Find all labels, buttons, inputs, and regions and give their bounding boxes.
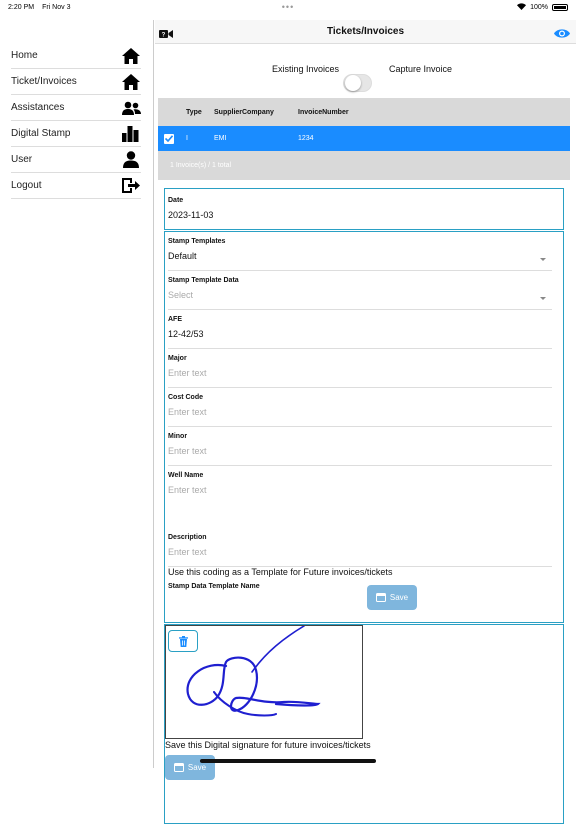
template-note: Use this coding as a Template for Future… [168,567,393,577]
well-name-label: Well Name [168,472,204,479]
stamp-form: Stamp Templates Default Stamp Template D… [164,231,564,623]
page-title: Tickets/Invoices [326,26,405,37]
column-header-invoice-number[interactable]: InvoiceNumber [298,109,388,116]
chevron-down-icon [540,258,546,261]
wifi-icon [517,2,527,12]
invoice-table: Type SupplierCompany InvoiceNumber I EMI… [158,98,570,180]
home-indicator[interactable] [200,759,376,763]
column-header-type[interactable]: Type [186,109,214,116]
save-template-button[interactable]: Save [367,585,417,610]
signature-section: Save this Digital signature for future i… [164,624,564,824]
sidebar-item-label: Ticket/Invoices [11,76,77,87]
invoice-mode-toggle-row: Existing Invoices Capture Invoice [155,64,576,94]
row-checkbox[interactable] [164,133,174,144]
battery-icon [552,3,568,11]
sidebar-item-label: Digital Stamp [11,128,71,139]
stamp-data-template-name-label: Stamp Data Template Name [168,583,260,590]
sidebar-item-label: Logout [11,180,42,191]
minor-placeholder: Enter text [168,446,207,456]
minor-label: Minor [168,433,188,440]
battery-level: 100% [530,3,548,11]
row-supplier: EMI [214,135,227,142]
cost-code-placeholder: Enter text [168,407,207,417]
bar-chart-icon [121,125,141,143]
signature-stroke [186,626,321,717]
sidebar-item-label: User [11,154,33,165]
major-field[interactable]: Major Enter text [168,349,552,388]
signature-note: Save this Digital signature for future i… [165,740,371,750]
minor-field[interactable]: Minor Enter text [168,427,552,466]
stamp-template-data-placeholder: Select [168,290,194,300]
well-name-placeholder: Enter text [168,485,207,495]
afe-label: AFE [168,316,182,323]
afe-value: 12-42/53 [168,329,204,339]
well-name-field[interactable]: Well Name Enter text [168,466,552,528]
save-template-label: Save [389,593,409,602]
status-time: 2:20 PM [8,3,35,11]
sidebar-item-user[interactable]: User [11,147,141,173]
major-placeholder: Enter text [168,368,207,378]
chevron-down-icon [540,297,546,300]
sidebar-item-label: Home [11,50,38,61]
svg-text:?: ? [162,33,166,39]
sidebar-item-home[interactable]: Home [11,43,141,69]
date-label: Date [168,197,184,204]
table-footer: 1 Invoice(s) / 1 total [158,151,570,180]
table-row[interactable]: I EMI 1234 [158,126,570,151]
table-header: Type SupplierCompany InvoiceNumber [158,98,570,126]
switch-knob [345,75,361,91]
logout-icon [121,177,141,195]
major-label: Major [168,355,187,362]
stamp-template-data-label: Stamp Template Data [168,277,239,284]
invoice-mode-switch[interactable] [343,74,372,92]
column-header-supplier[interactable]: SupplierCompany [214,109,298,116]
users-icon [121,99,141,117]
stamp-templates-label: Stamp Templates [168,238,226,245]
status-bar: 2:20 PM Fri Nov 3 ••• 100% [0,0,576,14]
stamp-templates-value: Default [168,251,197,261]
sidebar-item-assistances[interactable]: Assistances [11,95,141,121]
existing-invoices-label: Existing Invoices [272,64,340,74]
eye-icon[interactable] [554,26,570,44]
save-icon [375,593,386,602]
video-help-icon[interactable]: ? [159,26,173,44]
home-icon [121,47,141,65]
sidebar-item-logout[interactable]: Logout [11,173,141,199]
date-field[interactable]: 2023-11-03 [168,210,560,220]
sidebar-item-digital-stamp[interactable]: Digital Stamp [11,121,141,147]
stamp-template-data-select[interactable]: Stamp Template Data Select [168,271,552,310]
description-placeholder: Enter text [168,547,207,557]
date-section: Date 2023-11-03 [164,188,564,230]
cost-code-field[interactable]: Cost Code Enter text [168,388,552,427]
description-field[interactable]: Description Enter text [168,528,552,567]
stamp-templates-select[interactable]: Stamp Templates Default [168,232,552,271]
top-bar: ? Tickets/Invoices [155,20,576,44]
multitask-dots[interactable]: ••• [282,2,294,12]
signature-pad[interactable] [165,625,363,739]
row-type: I [186,135,188,142]
row-invoice-number: 1234 [298,135,314,142]
home-icon [121,73,141,91]
capture-invoice-label: Capture Invoice [389,64,453,74]
sidebar-item-label: Assistances [11,102,65,113]
cost-code-label: Cost Code [168,394,203,401]
sidebar: Home Ticket/Invoices Assistances Digital… [0,20,154,768]
afe-field[interactable]: AFE 12-42/53 [168,310,552,349]
status-date: Fri Nov 3 [42,3,71,11]
sidebar-item-ticket-invoices[interactable]: Ticket/Invoices [11,69,141,95]
description-label: Description [168,534,207,541]
user-icon [121,151,141,169]
